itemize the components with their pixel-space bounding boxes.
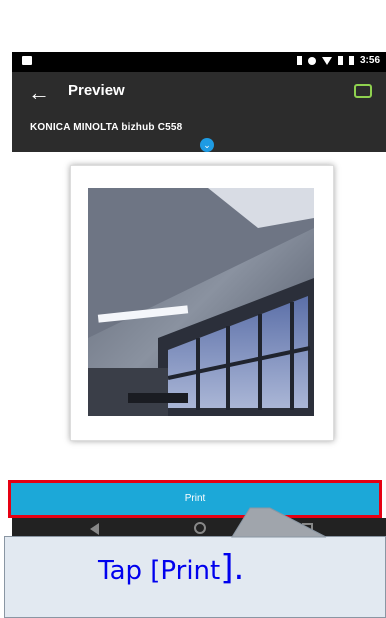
callout-bracket: ] (220, 548, 234, 588)
callout-text-main: Tap [Print (98, 556, 221, 586)
callout-period: . (233, 548, 245, 588)
screen: 3:56 ← Preview KONICA MINOLTA bizhub C55… (0, 0, 386, 618)
callout-text: Tap [Print]. (98, 548, 244, 588)
callout-pointer (231, 507, 327, 538)
